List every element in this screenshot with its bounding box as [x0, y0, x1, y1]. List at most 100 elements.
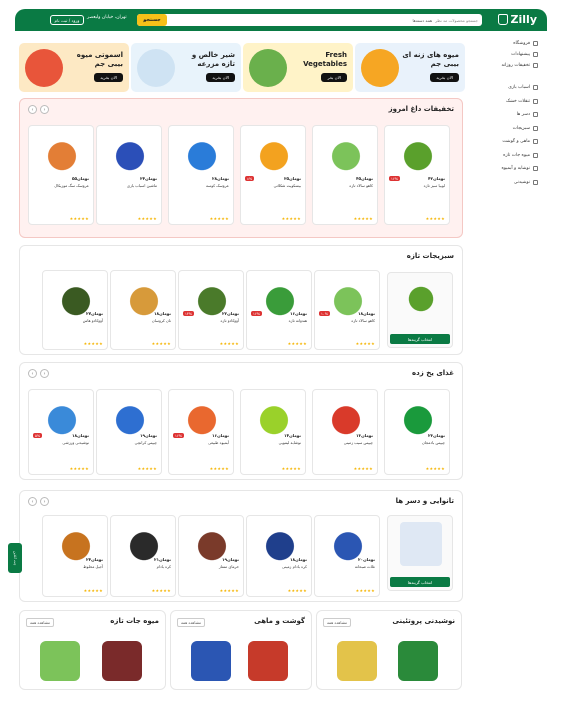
promo-banner[interactable]: اسموتی میوه بیبی جم الان بخرید — [19, 43, 129, 92]
prev-icon[interactable]: ‹ — [28, 369, 37, 378]
sidebar-item[interactable]: فروشگاه — [474, 38, 546, 49]
product-name[interactable]: کاهو سالاد تازه — [317, 183, 373, 193]
next-icon[interactable]: › — [40, 369, 49, 378]
sidebar-category[interactable]: میوه جات تازه — [474, 149, 546, 163]
chat-button[interactable]: چت آنلاین — [8, 543, 22, 573]
brand-logo[interactable]: Zilly — [497, 13, 537, 26]
rating-stars: ★★★★★ — [137, 216, 157, 221]
sidebar-category[interactable]: نوشیدنی — [474, 176, 546, 190]
product-image[interactable] — [38, 132, 86, 176]
view-all-link[interactable]: مشاهده همه — [323, 618, 352, 627]
product-card[interactable]: ۲۲تومان آووکادو تازه ★★★★★ ۱۳% — [178, 270, 244, 350]
product-image[interactable] — [322, 132, 370, 176]
rating-stars: ★★★★★ — [353, 466, 373, 471]
sidebar-category[interactable]: اسباب بازی — [474, 81, 546, 95]
sidebar-category[interactable]: تنقلات خشک — [474, 95, 546, 109]
product-name[interactable]: آووکادو تازه — [183, 318, 239, 328]
next-icon[interactable]: › — [40, 497, 49, 506]
product-name[interactable]: آجیل مخلوط — [47, 564, 103, 574]
product-card[interactable]: ۱۳تومان چیپس سیب زمینی ★★★★★ — [312, 389, 378, 475]
sidebar-category[interactable]: ماهی و گوشت — [474, 135, 546, 149]
search-input[interactable]: جستجو محصولات مد نظر — [435, 18, 478, 23]
product-image[interactable] — [337, 641, 377, 681]
product-name[interactable]: نوشیدنی ورزشی — [33, 440, 89, 450]
product-card[interactable]: ۱۹تومان چیپس کرانچی ★★★★★ — [96, 389, 162, 475]
product-name[interactable]: چیپس کرانچی — [101, 440, 157, 450]
sidebar-category[interactable]: نوشابه و آبمیوه — [474, 162, 546, 176]
product-name[interactable]: عروسک کوسه — [173, 183, 229, 193]
product-name[interactable]: خرمای ممتاز — [183, 564, 239, 574]
product-name[interactable]: عروسک سگ موزیکال — [33, 183, 89, 193]
product-image[interactable] — [178, 132, 226, 176]
sidebar-category[interactable]: سبزیجات — [474, 122, 546, 136]
product-card[interactable]: ۱۸تومان نان کروسان ★★★★★ — [110, 270, 176, 350]
product-image[interactable] — [191, 641, 231, 681]
product-name[interactable]: نان کروسان — [115, 318, 171, 328]
product-card[interactable]: ۱۸تومان نوشیدنی ورزشی ★★★★★ ۵% — [28, 389, 94, 475]
search-bar[interactable]: همه دسته‌ها جستجو محصولات مد نظر — [137, 14, 482, 26]
featured-product[interactable]: انتخاب گزینه‌ها — [387, 272, 453, 348]
product-name[interactable]: چیپس سیب زمینی — [317, 440, 373, 450]
product-card[interactable]: ۴۵تومان کاهو سالاد تازه ★★★★★ — [312, 125, 378, 225]
promo-banner[interactable]: Fresh Vegetables الان بخر — [243, 43, 353, 92]
search-button[interactable]: جستجو — [137, 14, 167, 26]
product-name[interactable]: نوشابه لیمویی — [245, 440, 301, 450]
product-name[interactable]: کره بادام — [115, 564, 171, 574]
sidebar-item[interactable]: پیشنهادات — [474, 49, 546, 60]
product-card[interactable]: ۲۷تومان آووکادو هاس ★★★★★ — [42, 270, 108, 350]
login-button[interactable]: ورود / ثبت نام — [50, 15, 84, 25]
promo-banner[interactable]: میوه های زنه ای بیبی جم الان بخرید — [355, 43, 465, 92]
discount-badge: ۱۶% — [389, 176, 401, 181]
product-image[interactable] — [102, 641, 142, 681]
product-card[interactable]: ۲۱تومان کره بادام ★★★★★ — [110, 515, 176, 597]
product-name[interactable]: کاهو سالاد تازه — [319, 318, 375, 328]
product-image[interactable] — [248, 641, 288, 681]
product-image[interactable] — [40, 641, 80, 681]
product-name[interactable]: کره بادام زمینی — [251, 564, 307, 574]
promo-button[interactable]: الان بخر — [321, 73, 347, 82]
prev-icon[interactable]: ‹ — [28, 497, 37, 506]
product-name[interactable]: چیپس بادمجان — [389, 440, 445, 450]
featured-product[interactable]: انتخاب گزینه‌ها — [387, 515, 453, 591]
product-name[interactable]: ماشین اسباب بازی — [101, 183, 157, 193]
product-name[interactable]: بیسکویت شکلاتی — [245, 183, 301, 193]
product-name[interactable]: هندوانه تازه — [251, 318, 307, 328]
product-image[interactable] — [394, 132, 442, 176]
search-category[interactable]: همه دسته‌ها — [412, 18, 432, 23]
product-card[interactable]: ۱۶تومان آبمیوه طبیعی ★★★★★ ۱۶% — [168, 389, 234, 475]
product-card[interactable]: ۲۴تومان آجیل مخلوط ★★★★★ — [42, 515, 108, 597]
next-icon[interactable]: › — [40, 105, 49, 114]
sidebar-item[interactable]: تخفیفات روزانه — [474, 60, 546, 71]
product-name[interactable]: آبمیوه طبیعی — [173, 440, 229, 450]
view-all-link[interactable]: مشاهده همه — [177, 618, 206, 627]
product-name[interactable]: آووکادو هاس — [47, 318, 103, 328]
rating-stars: ★★★★★ — [355, 341, 375, 346]
promo-button[interactable]: الان بخرید — [94, 73, 123, 82]
product-card[interactable]: ۴۲تومان لوبیا سبز تازه ★★★★★ ۱۶% — [384, 125, 450, 225]
location-selector[interactable]: تهران، خیابان ولیعصر — [87, 15, 127, 20]
product-card[interactable]: ۱۸تومان کره بادام زمینی ★★★★★ — [246, 515, 312, 597]
product-card[interactable]: ۲۰تومان غلات صبحانه ★★★★★ — [314, 515, 380, 597]
choose-options-button[interactable]: انتخاب گزینه‌ها — [390, 577, 450, 587]
promo-banner[interactable]: شیر خالص و تازه مزرعه الان بخرید — [131, 43, 241, 92]
prev-icon[interactable]: ‹ — [28, 105, 37, 114]
product-image[interactable] — [250, 132, 298, 176]
product-card[interactable]: ۳۴تومان ماشین اسباب بازی ★★★★★ — [96, 125, 162, 225]
product-card[interactable]: ۲۸تومان عروسک کوسه ★★★★★ — [168, 125, 234, 225]
promo-button[interactable]: الان بخرید — [430, 73, 459, 82]
product-image[interactable] — [398, 641, 438, 681]
sidebar-category[interactable]: دسر ها — [474, 108, 546, 122]
product-card[interactable]: ۲۳تومان چیپس بادمجان ★★★★★ — [384, 389, 450, 475]
product-card[interactable]: ۱۶تومان هندوانه تازه ★★★★★ ۱۶% — [246, 270, 312, 350]
product-image[interactable] — [106, 132, 154, 176]
product-card[interactable]: ۱۸تومان کاهو سالاد تازه ★★★★★ ۱۰% — [314, 270, 380, 350]
product-card[interactable]: ۳۵تومان بیسکویت شکلاتی ★★★★★ ۸% — [240, 125, 306, 225]
product-card[interactable]: ۱۹تومان خرمای ممتاز ★★★★★ — [178, 515, 244, 597]
choose-options-button[interactable]: انتخاب گزینه‌ها — [390, 334, 450, 344]
product-card[interactable]: ۵۵تومان عروسک سگ موزیکال ★★★★★ — [28, 125, 94, 225]
view-all-link[interactable]: مشاهده همه — [26, 618, 55, 627]
product-name[interactable]: لوبیا سبز تازه — [389, 183, 445, 193]
promo-button[interactable]: الان بخرید — [206, 73, 235, 82]
product-name[interactable]: غلات صبحانه — [319, 564, 375, 574]
product-card[interactable]: ۱۴تومان نوشابه لیمویی ★★★★★ — [240, 389, 306, 475]
